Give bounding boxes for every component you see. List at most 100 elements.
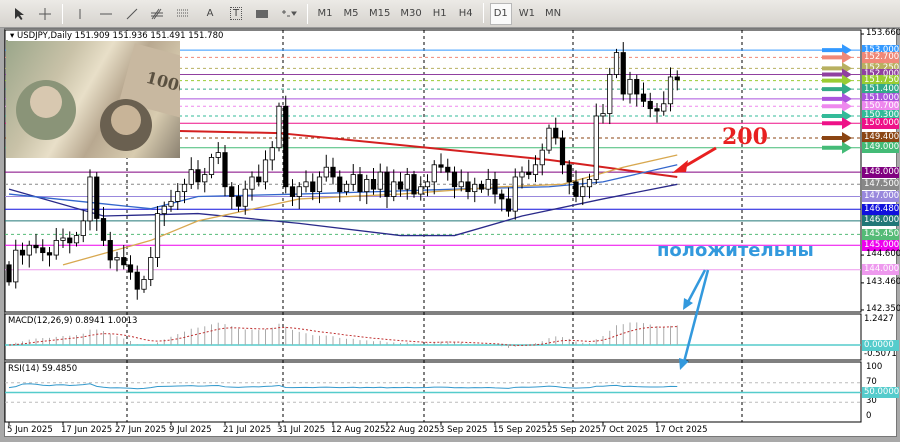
bull-candle (154, 213, 161, 258)
rsi-tick-label: 70 (866, 376, 877, 387)
price-tick-label: 144.600 (866, 249, 900, 260)
rsi-mid-label: 50.0000 (862, 387, 900, 398)
bear-candle (674, 76, 680, 81)
date-label: 3 Sep 2025 (439, 425, 488, 435)
bull-candle (148, 257, 154, 280)
price-level-label: 150.000 (862, 117, 900, 129)
bull-candle (175, 191, 181, 202)
bull-candle (316, 176, 323, 193)
symbol-quote: USDJPY,Daily 151.909 151.936 151.491 151… (16, 31, 224, 41)
bear-candle (357, 174, 363, 193)
chart-title: ▾ USDJPY,Daily 151.909 151.936 151.491 1… (8, 31, 226, 41)
bear-candle (654, 108, 660, 112)
bear-candle (289, 186, 296, 197)
banknotes-image: 1000 (6, 40, 180, 158)
macd-zero-label: 0.0000 (862, 339, 899, 351)
bull-candle (586, 179, 593, 188)
bull-candle (613, 52, 620, 75)
price-level-label: 145.450 (862, 228, 900, 240)
bear-candle (19, 249, 26, 256)
level-arrow-icon (822, 117, 852, 130)
macd-label: MACD(12,26,9) 0.8941 1.0013 (8, 316, 138, 326)
comment-annotation: положительны (657, 240, 814, 261)
bull-candle (391, 181, 397, 197)
bear-candle (46, 252, 53, 256)
bull-candle (627, 78, 633, 95)
bear-candle (94, 176, 100, 219)
date-label: 9 Jul 2025 (169, 425, 212, 435)
bear-candle (647, 100, 653, 110)
bear-candle (384, 171, 390, 197)
price-level-label: 147.500 (862, 178, 900, 190)
bear-candle (33, 244, 39, 249)
bear-candle (505, 198, 512, 212)
date-label: 5 Jun 2025 (7, 425, 53, 435)
bear-candle (573, 181, 579, 197)
bull-candle (519, 171, 525, 178)
bull-candle (60, 237, 66, 241)
bear-candle (6, 264, 12, 283)
bull-candle (303, 181, 309, 188)
date-label: 25 Sep 2025 (547, 425, 601, 435)
price-tick-label: 142.350 (866, 303, 900, 314)
bull-candle (593, 115, 599, 180)
date-label: 31 Jul 2025 (277, 425, 326, 435)
bear-candle (499, 193, 505, 200)
bull-candle (161, 205, 167, 214)
bear-candle (438, 164, 444, 168)
bear-candle (465, 181, 471, 193)
bull-candle (512, 176, 518, 212)
bull-candle (485, 179, 491, 190)
price-level-label: 146.000 (862, 215, 900, 227)
bull-candle (188, 169, 194, 185)
bull-candle (181, 183, 188, 193)
bull-candle (73, 235, 80, 244)
bull-candle (404, 174, 410, 190)
bear-candle (121, 257, 127, 266)
macd-axis-min: -0.5071 (864, 349, 897, 359)
bear-candle (492, 179, 498, 195)
bear-candle (235, 196, 242, 207)
bear-candle (330, 166, 336, 178)
collapse-arrow-icon[interactable]: ▾ (10, 31, 17, 41)
bear-candle (370, 179, 377, 190)
rsi-label: RSI(14) 59.4850 (8, 364, 78, 374)
bull-candle (607, 74, 613, 114)
bull-candle (546, 127, 552, 151)
bear-candle (566, 164, 572, 183)
bear-candle (411, 174, 417, 195)
bull-candle (580, 186, 586, 197)
bear-candle (640, 93, 647, 102)
date-label: 17 Oct 2025 (655, 425, 708, 435)
bull-candle (377, 171, 383, 190)
bear-candle (397, 181, 404, 190)
macd-axis-max: 1.2427 (864, 314, 894, 324)
level-arrow-icon (822, 44, 852, 57)
price-level-label: 146.480 (862, 203, 900, 215)
bull-candle (53, 240, 59, 256)
bull-candle (532, 164, 539, 175)
bull-candle (661, 103, 667, 112)
bull-candle (80, 220, 86, 236)
bear-candle (40, 247, 46, 254)
blue-arrows-icon (682, 269, 710, 363)
rsi-line (8, 383, 678, 390)
date-label: 7 Oct 2025 (601, 425, 649, 435)
date-label: 22 Aug 2025 (385, 425, 440, 435)
bear-candle (67, 237, 73, 244)
price-level-label: 149.000 (862, 142, 900, 154)
date-label: 15 Sep 2025 (493, 425, 547, 435)
price-level-label: 148.000 (862, 166, 900, 178)
bear-candle (107, 240, 113, 261)
bull-candle (431, 164, 437, 183)
level-arrow-icon (822, 51, 852, 64)
bear-candle (134, 271, 140, 290)
price-level-label: 144.000 (862, 264, 900, 276)
date-label: 12 Aug 2025 (331, 425, 386, 435)
bull-candle (87, 176, 93, 222)
rsi-tick-label: 100 (866, 362, 883, 372)
bull-candle (202, 174, 208, 183)
bear-candle (256, 176, 262, 183)
level-arrow-icon (822, 141, 852, 154)
bull-candle (242, 188, 248, 207)
